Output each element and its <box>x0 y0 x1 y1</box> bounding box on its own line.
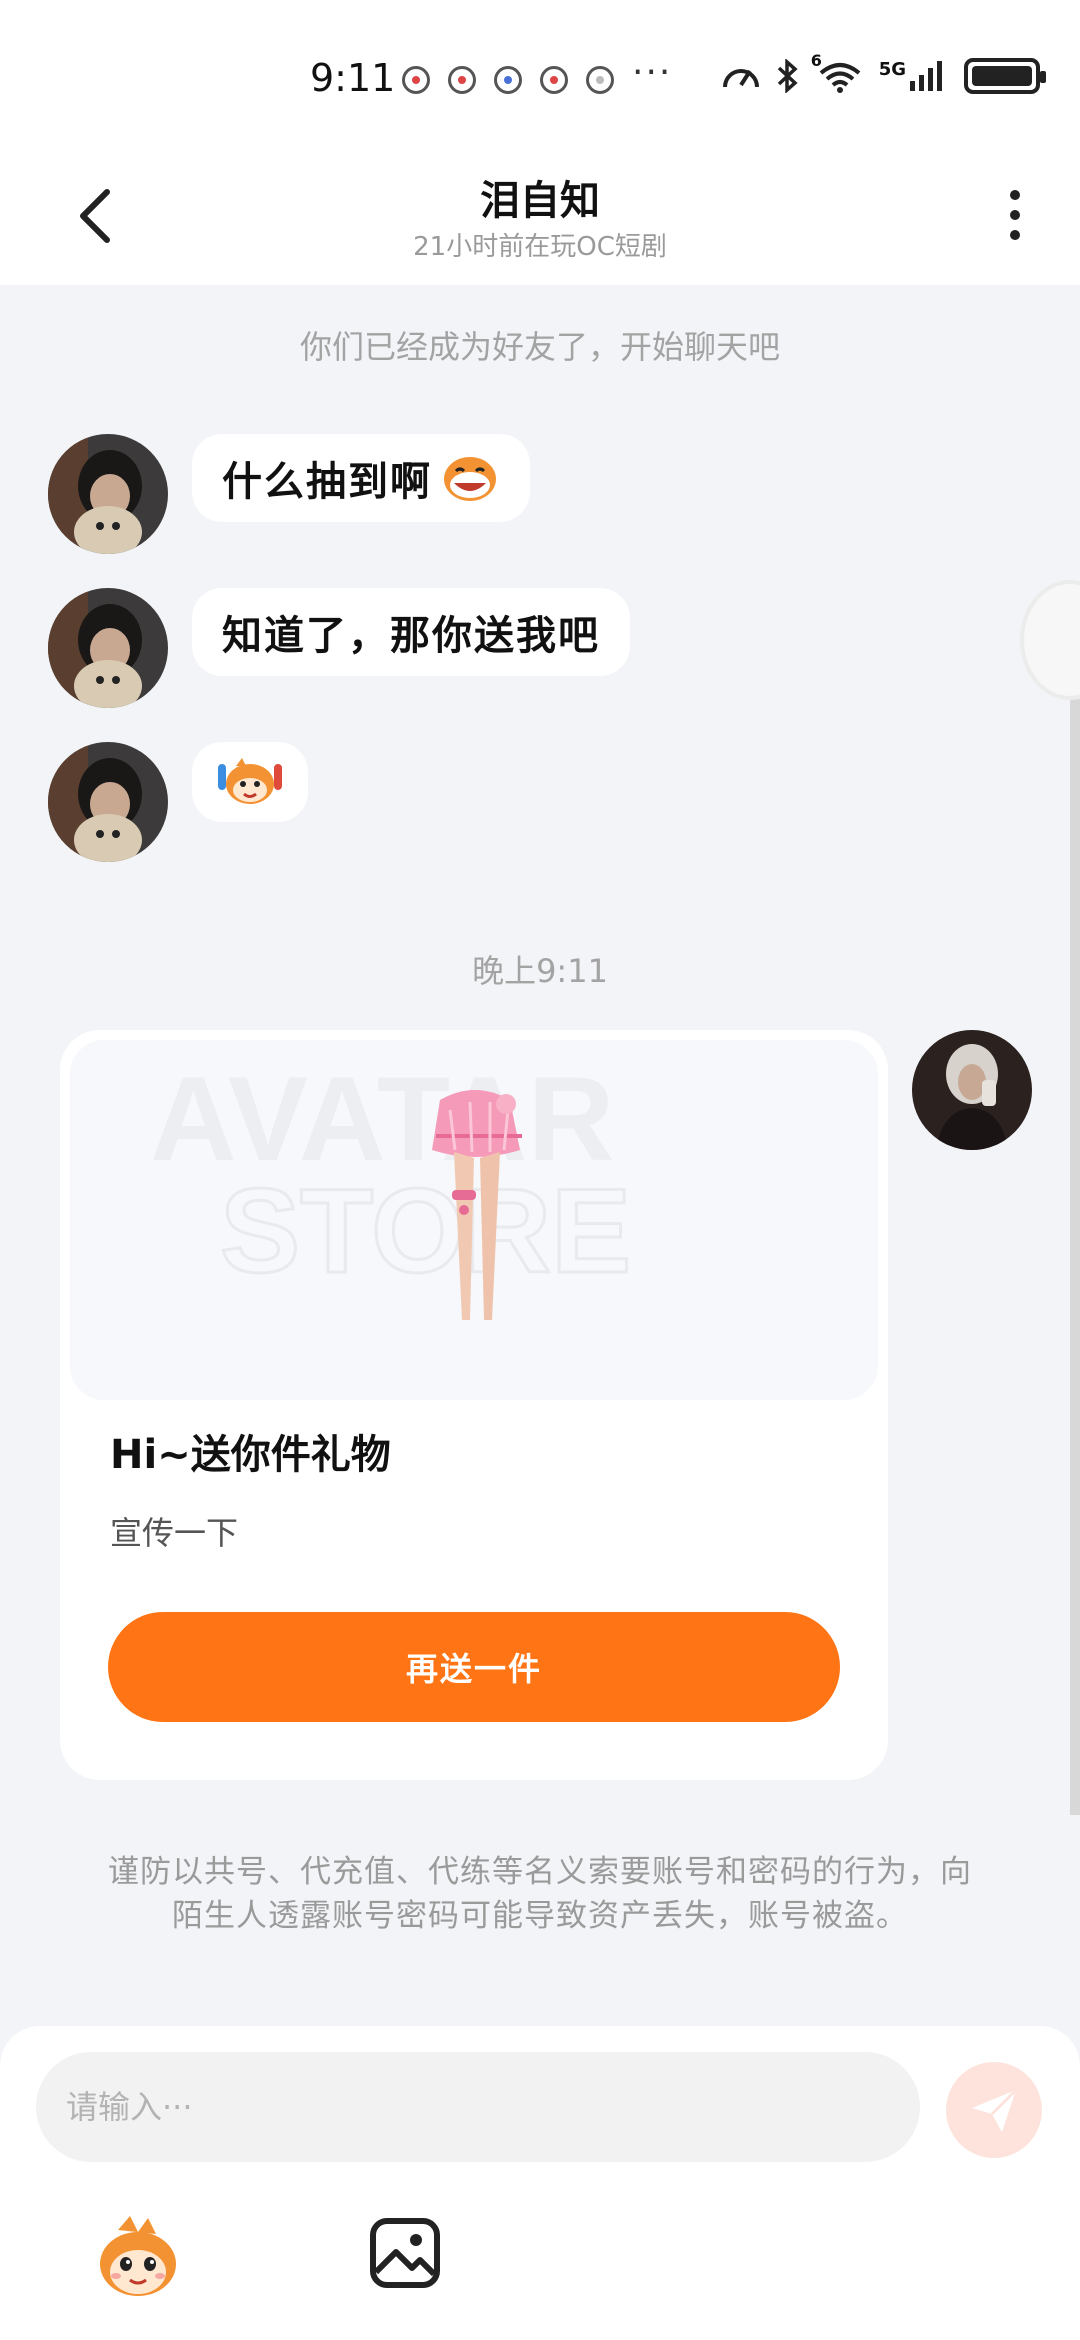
notification-icon <box>494 66 522 94</box>
friend-avatar[interactable] <box>48 742 168 862</box>
sticker-bubble <box>192 742 308 822</box>
send-another-gift-button[interactable]: 再送一件 <box>108 1612 840 1722</box>
speed-icon <box>722 69 759 88</box>
chat-header: 泪自知 21小时前在玩OC短剧 <box>0 150 1080 285</box>
friend-avatar[interactable] <box>48 588 168 708</box>
gift-description: 宣传一下 <box>110 1514 239 1552</box>
message-bubble: 什么抽到啊 <box>192 434 530 522</box>
more-vertical-icon <box>1010 190 1020 200</box>
laughing-emoji-icon <box>444 457 496 501</box>
message-timestamp: 晚上9:11 <box>472 952 608 990</box>
chat-title: 泪自知 <box>480 178 600 224</box>
chat-subtitle: 21小时前在玩OC短剧 <box>413 232 667 262</box>
send-icon <box>972 2088 1018 2132</box>
gift-illustration: AVATAR STORE <box>150 1052 633 1320</box>
message-input[interactable] <box>36 2052 920 2162</box>
wifi-badge: 6 <box>810 51 822 70</box>
bluetooth-icon <box>777 59 798 93</box>
image-button[interactable] <box>368 2216 442 2290</box>
floating-handle[interactable] <box>1020 580 1080 700</box>
status-time: 9:11 <box>310 56 396 100</box>
notification-icon <box>586 66 614 94</box>
my-avatar[interactable] <box>912 1030 1032 1150</box>
image-icon <box>370 2218 440 2288</box>
input-bar <box>0 2026 1080 2340</box>
notification-icons <box>402 66 614 94</box>
monkey-sticker-icon <box>218 758 282 804</box>
more-options-button[interactable] <box>990 180 1040 250</box>
friend-added-note: 你们已经成为好友了，开始聊天吧 <box>299 328 780 366</box>
notification-icon <box>402 66 430 94</box>
more-notifications-icon: ··· <box>632 52 673 93</box>
emoji-button[interactable] <box>90 2210 186 2306</box>
send-button[interactable] <box>946 2062 1042 2158</box>
chat-screen: 9:11 ··· 6 5G 泪自知 21小时前在玩OC短剧 你们已经成为好友了，… <box>0 0 1080 2340</box>
wifi-icon: 6 <box>811 51 865 93</box>
battery-icon <box>964 58 1046 94</box>
message-row: 知道了，那你送我吧 <box>48 588 630 708</box>
scrollbar[interactable] <box>1070 585 1080 1815</box>
status-right: 6 5G <box>721 51 1046 94</box>
message-row <box>48 742 308 862</box>
message-text: 知道了，那你送我吧 <box>222 613 600 659</box>
gift-image: AVATAR STORE <box>70 1040 878 1400</box>
message-bubble: 知道了，那你送我吧 <box>192 588 630 676</box>
signal-bars-icon <box>910 61 942 91</box>
watermark-text: STORE <box>220 1164 631 1298</box>
message-text: 什么抽到啊 <box>222 459 432 505</box>
notification-icon <box>540 66 568 94</box>
status-bar: 9:11 ··· 6 5G <box>0 0 1080 150</box>
gift-title: Hi~送你件礼物 <box>110 1432 391 1478</box>
security-warning: 谨防以共号、代充值、代练等名义索要账号和密码的行为，向陌生人透露账号密码可能导致… <box>108 1854 972 1934</box>
gift-card[interactable]: AVATAR STORE Hi~送你件礼物 宣传一下 再送一件 <box>60 1030 888 1780</box>
friend-avatar[interactable] <box>48 434 168 554</box>
network-type: 5G <box>878 59 906 80</box>
notification-icon <box>448 66 476 94</box>
monkey-emoji-icon <box>100 2216 176 2296</box>
cellular-signal: 5G <box>879 59 944 93</box>
message-row: 什么抽到啊 <box>48 434 530 554</box>
